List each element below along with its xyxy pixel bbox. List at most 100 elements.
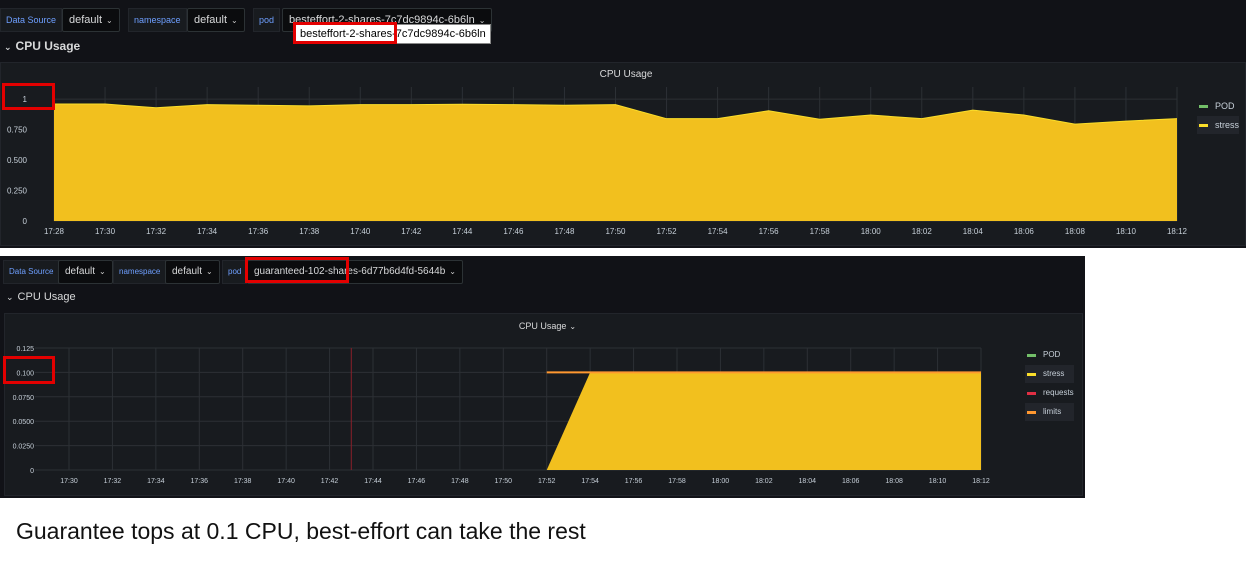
y-tick-label: 0.0750 bbox=[13, 395, 35, 402]
series-area-stress bbox=[54, 104, 1177, 221]
x-tick-label: 18:04 bbox=[963, 227, 984, 236]
x-tick-label: 18:10 bbox=[929, 478, 947, 485]
y-tick-label: 1 bbox=[23, 95, 28, 104]
legend-item-stress[interactable]: stress bbox=[1197, 116, 1240, 134]
y-tick-label: 0.750 bbox=[7, 126, 28, 135]
namespace-select[interactable]: default ⌄ bbox=[165, 260, 220, 284]
chevron-down-icon: ⌄ bbox=[106, 16, 113, 25]
x-tick-label: 17:34 bbox=[147, 478, 165, 485]
x-tick-label: 17:40 bbox=[350, 227, 371, 236]
x-tick-label: 17:48 bbox=[451, 478, 469, 485]
graph-panel: CPU Usage ⌄ 0 0.0250 0.0500 0.0750 0.100 0.125… bbox=[4, 313, 1083, 496]
legend-swatch bbox=[1027, 411, 1036, 414]
x-tick-label: 18:08 bbox=[885, 478, 903, 485]
x-tick-label: 17:46 bbox=[408, 478, 426, 485]
y-tick-label: 0.250 bbox=[7, 187, 28, 196]
x-tick-label: 17:44 bbox=[364, 478, 382, 485]
x-tick-label: 17:56 bbox=[759, 227, 780, 236]
y-tick-label: 0 bbox=[23, 217, 28, 226]
x-tick-label: 17:28 bbox=[44, 227, 65, 236]
x-tick-label: 17:48 bbox=[554, 227, 575, 236]
datasource-label: Data Source bbox=[3, 260, 60, 284]
datasource-select[interactable]: default ⌄ bbox=[62, 8, 120, 32]
namespace-label: namespace bbox=[113, 260, 167, 284]
variables-bar: Data Source default ⌄ namespace default ⌄ … bbox=[0, 256, 1085, 294]
x-tick-label: 18:08 bbox=[1065, 227, 1086, 236]
y-tick-label: 0.500 bbox=[7, 156, 28, 165]
legend-swatch bbox=[1199, 105, 1208, 108]
x-tick-label: 17:42 bbox=[401, 227, 422, 236]
x-tick-label: 17:38 bbox=[299, 227, 320, 236]
x-tick-label: 17:52 bbox=[538, 478, 556, 485]
row-toggle-cpu-usage[interactable]: ⌄ CPU Usage bbox=[4, 39, 80, 53]
pod-label: pod bbox=[253, 8, 281, 32]
variables-bar: Data Source default ⌄ namespace default ⌄ … bbox=[0, 0, 1246, 38]
namespace-select[interactable]: default ⌄ bbox=[187, 8, 245, 32]
dashboard-besteffort: Data Source default ⌄ namespace default ⌄ … bbox=[0, 0, 1246, 248]
y-tick-label: 0.125 bbox=[16, 346, 34, 353]
x-tick-label: 18:02 bbox=[912, 227, 933, 236]
x-tick-label: 17:40 bbox=[277, 478, 295, 485]
x-tick-label: 17:54 bbox=[708, 227, 729, 236]
x-tick-label: 17:30 bbox=[60, 478, 78, 485]
legend-swatch bbox=[1199, 124, 1208, 127]
x-tick-label: 17:46 bbox=[503, 227, 524, 236]
y-tick-label: 0.0250 bbox=[13, 444, 35, 451]
row-toggle-cpu-usage[interactable]: ⌄ CPU Usage bbox=[6, 291, 76, 303]
graph-legend: POD stress bbox=[1197, 97, 1240, 135]
x-tick-label: 17:52 bbox=[657, 227, 678, 236]
pod-tooltip: besteffort-2-shares-7c7dc9894c-6b6ln bbox=[295, 24, 491, 44]
cpu-usage-chart: 0 0.250 0.500 0.750 1 17:28 17:30 17:32 17:34 17:… bbox=[7, 87, 1188, 236]
x-tick-label: 17:36 bbox=[191, 478, 209, 485]
datasource-label: Data Source bbox=[0, 8, 63, 32]
x-tick-label: 17:58 bbox=[810, 227, 831, 236]
legend-swatch bbox=[1027, 354, 1036, 357]
x-tick-label: 18:06 bbox=[1014, 227, 1035, 236]
chevron-down-icon: ⌄ bbox=[4, 42, 12, 52]
graph-panel: CPU Usage 0 0.250 0.500 0.750 1 17:28 17:30 17:… bbox=[0, 62, 1246, 246]
chevron-down-icon: ⌄ bbox=[6, 292, 14, 302]
y-tick-label: 0 bbox=[30, 468, 34, 475]
x-tick-label: 17:32 bbox=[146, 227, 167, 236]
x-tick-label: 17:34 bbox=[197, 227, 218, 236]
x-tick-label: 17:58 bbox=[668, 478, 686, 485]
legend-item-stress[interactable]: stress bbox=[1025, 365, 1074, 383]
chevron-down-icon: ⌄ bbox=[206, 267, 213, 276]
slide-caption: Guarantee tops at 0.1 CPU, best-effort c… bbox=[16, 518, 586, 544]
dashboard-guaranteed: Data Source default ⌄ namespace default ⌄ … bbox=[0, 256, 1085, 498]
x-tick-label: 17:44 bbox=[452, 227, 473, 236]
x-tick-label: 17:36 bbox=[248, 227, 269, 236]
y-tick-label: 0.100 bbox=[16, 370, 34, 377]
x-tick-label: 17:38 bbox=[234, 478, 252, 485]
x-tick-label: 17:50 bbox=[495, 478, 513, 485]
pod-select[interactable]: guaranteed-102-shares-6d77b6d4fd-5644b ⌄ bbox=[247, 260, 463, 284]
legend-item-pod[interactable]: POD bbox=[1197, 97, 1239, 115]
x-tick-label: 17:50 bbox=[605, 227, 626, 236]
x-tick-label: 18:06 bbox=[842, 478, 860, 485]
x-tick-label: 17:56 bbox=[625, 478, 643, 485]
graph-legend: POD stress requests limits bbox=[1025, 346, 1074, 422]
x-tick-label: 18:04 bbox=[799, 478, 817, 485]
legend-item-pod[interactable]: POD bbox=[1025, 346, 1074, 364]
x-tick-label: 18:00 bbox=[712, 478, 730, 485]
legend-swatch bbox=[1027, 392, 1036, 395]
x-tick-label: 17:30 bbox=[95, 227, 116, 236]
cpu-usage-chart: 0 0.0250 0.0500 0.0750 0.100 0.125 17:30 17:32 1… bbox=[13, 346, 990, 485]
chevron-down-icon: ⌄ bbox=[99, 267, 106, 276]
x-tick-label: 18:12 bbox=[972, 478, 990, 485]
x-tick-label: 18:00 bbox=[861, 227, 882, 236]
chevron-down-icon: ⌄ bbox=[231, 16, 238, 25]
x-tick-label: 17:42 bbox=[321, 478, 339, 485]
legend-swatch bbox=[1027, 373, 1036, 376]
legend-item-limits[interactable]: limits bbox=[1025, 403, 1074, 421]
legend-item-requests[interactable]: requests bbox=[1025, 384, 1074, 402]
x-tick-label: 17:32 bbox=[104, 478, 122, 485]
x-tick-label: 18:02 bbox=[755, 478, 773, 485]
x-tick-label: 18:10 bbox=[1116, 227, 1137, 236]
x-tick-label: 18:12 bbox=[1167, 227, 1188, 236]
x-tick-label: 17:54 bbox=[581, 478, 599, 485]
chevron-down-icon: ⌄ bbox=[449, 267, 456, 276]
namespace-label: namespace bbox=[128, 8, 187, 32]
datasource-select[interactable]: default ⌄ bbox=[58, 260, 113, 284]
y-tick-label: 0.0500 bbox=[13, 419, 35, 426]
